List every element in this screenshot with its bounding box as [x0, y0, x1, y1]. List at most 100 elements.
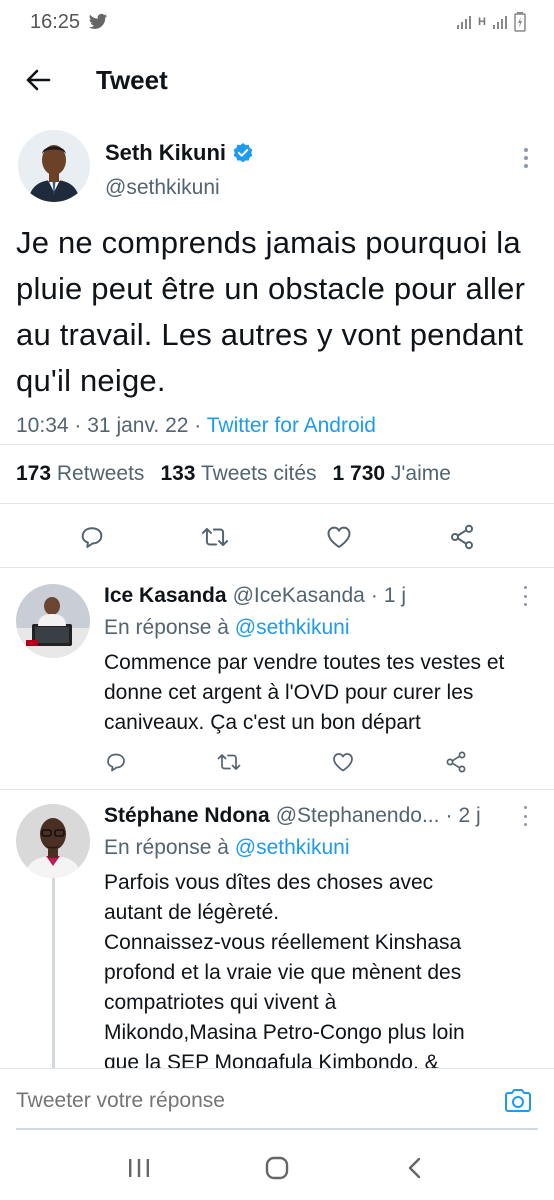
share-icon	[451, 524, 474, 549]
retweet-button[interactable]	[195, 517, 235, 557]
battery-icon	[514, 12, 526, 32]
recent-apps-icon	[129, 1159, 149, 1177]
tweet-date: 31 janv. 22	[87, 414, 189, 437]
reply-icon	[81, 526, 103, 548]
app-header: Tweet	[0, 52, 554, 108]
share-icon	[446, 751, 466, 773]
reply-text-line: Mikondo,Masina Petro-Congo plus loin	[104, 1021, 465, 1044]
verified-badge-icon	[233, 143, 253, 163]
reply-text-line: compatriotes qui vivent à	[104, 991, 337, 1014]
reply-more-button[interactable]	[518, 586, 532, 606]
thread-connector-line	[52, 878, 55, 1068]
reply-text-line: que la SEP Mongafula Kimbondo, &	[104, 1051, 439, 1068]
status-time: 16:25	[30, 10, 81, 33]
reply-author-handle[interactable]: @Stephanendo...	[276, 804, 440, 828]
signal-icon-2	[493, 16, 507, 29]
system-back-button[interactable]	[390, 1143, 440, 1193]
reply-age: 1 j	[383, 584, 406, 607]
reply-more-button[interactable]	[518, 806, 532, 826]
reply-composer	[0, 1068, 554, 1132]
status-left: 16:25	[30, 11, 108, 34]
meta-separator: ·	[194, 414, 202, 437]
signal-icon	[457, 16, 472, 29]
author-avatar[interactable]	[18, 130, 90, 202]
likes-count: 1 730	[332, 462, 386, 485]
recent-apps-button[interactable]	[114, 1143, 164, 1193]
replying-to: En réponse à @sethkikuni	[104, 616, 349, 640]
reply-header: Stéphane Ndona @Stephanendo... · 2 j	[104, 804, 481, 828]
reply-avatar[interactable]	[16, 804, 90, 878]
tweet-text: Je ne comprends jamais pourquoi la pluie…	[16, 225, 526, 398]
reply-button[interactable]	[96, 742, 136, 782]
main-tweet-actions	[0, 506, 554, 568]
tweet-stats: 173 Retweets 133 Tweets cités 1 730 J'ai…	[0, 444, 554, 504]
reply-text-line: Parfois vous dîtes des choses avec	[104, 871, 434, 894]
network-type: H	[478, 16, 486, 28]
retweets-label: Retweets	[56, 462, 145, 485]
likes-stat[interactable]: 1 730 J'aime	[333, 462, 451, 486]
arrow-left-icon	[26, 69, 51, 91]
replying-mention-link[interactable]: @sethkikuni	[235, 616, 350, 639]
more-options-button[interactable]	[518, 146, 534, 170]
quotes-label: Tweets cités	[200, 462, 317, 485]
retweets-stat[interactable]: 173 Retweets	[16, 462, 144, 486]
reply-actions	[96, 742, 476, 782]
replying-mention-link[interactable]: @sethkikuni	[235, 836, 350, 859]
status-right: H	[456, 12, 526, 32]
page-title: Tweet	[96, 64, 168, 95]
reply-separator: ·	[370, 584, 378, 607]
quotes-stat[interactable]: 133 Tweets cités	[160, 462, 316, 486]
main-tweet: Seth Kikuni @sethkikuni Je ne comprends …	[0, 128, 554, 444]
author-handle[interactable]: @sethkikuni	[105, 176, 220, 200]
replying-prefix: En réponse à	[104, 836, 229, 859]
back-button[interactable]	[18, 60, 58, 100]
retweet-button[interactable]	[209, 742, 249, 782]
tweet-time: 10:34	[16, 414, 69, 437]
reply-item[interactable]: Stéphane Ndona @Stephanendo... · 2 j En …	[0, 790, 554, 1068]
home-icon	[265, 1156, 289, 1180]
reply-age: 2 j	[458, 804, 481, 827]
quotes-count: 133	[160, 462, 196, 485]
tweet-meta: 10:34 · 31 janv. 22 · Twitter for Androi…	[16, 414, 538, 444]
reply-author-name[interactable]: Stéphane Ndona	[104, 804, 270, 828]
reply-text-line: Connaissez-vous réellement Kinshasa	[104, 931, 462, 954]
retweet-icon	[217, 754, 241, 770]
reply-avatar[interactable]	[16, 584, 90, 658]
replying-prefix: En réponse à	[104, 616, 229, 639]
reply-item[interactable]: Ice Kasanda @IceKasanda · 1 j En réponse…	[0, 568, 554, 790]
reply-text: Parfois vous dîtes des choses avec autan…	[104, 868, 540, 1068]
reply-text-line: autant de légèreté.	[104, 901, 280, 924]
reply-input[interactable]	[16, 1088, 496, 1113]
replying-to: En réponse à @sethkikuni	[104, 836, 349, 860]
camera-icon	[505, 1088, 531, 1112]
reply-author-name[interactable]: Ice Kasanda	[104, 584, 227, 608]
retweet-icon	[202, 527, 229, 546]
retweets-count: 173	[16, 462, 52, 485]
reply-author-handle[interactable]: @IceKasanda	[233, 584, 365, 608]
reply-icon	[107, 753, 125, 772]
author-name-wrap: Seth Kikuni	[105, 140, 254, 166]
system-nav-bar	[0, 1136, 554, 1200]
meta-separator: ·	[74, 414, 82, 437]
reply-header: Ice Kasanda @IceKasanda · 1 j	[104, 584, 406, 608]
twitter-bird-icon	[88, 13, 108, 29]
author-row: Seth Kikuni @sethkikuni	[0, 128, 554, 210]
status-bar: 16:25 H	[0, 0, 554, 44]
chevron-left-icon	[408, 1157, 421, 1179]
heart-icon	[332, 753, 353, 772]
like-button[interactable]	[323, 742, 363, 782]
like-button[interactable]	[319, 517, 359, 557]
reply-text-line: profond et la vraie vie que mènent des	[104, 961, 462, 984]
author-name[interactable]: Seth Kikuni	[105, 140, 226, 166]
home-button[interactable]	[252, 1143, 302, 1193]
camera-button[interactable]	[496, 1079, 540, 1123]
tweet-source-link[interactable]: Twitter for Android	[207, 414, 376, 437]
share-button[interactable]	[442, 517, 482, 557]
reply-button[interactable]	[72, 517, 112, 557]
reply-text: Commence par vendre toutes tes vestes et…	[104, 651, 505, 734]
likes-label: J'aime	[390, 462, 451, 485]
composer-underline	[16, 1128, 538, 1130]
share-button[interactable]	[436, 742, 476, 782]
reply-separator: ·	[445, 804, 453, 827]
heart-icon	[327, 526, 351, 548]
